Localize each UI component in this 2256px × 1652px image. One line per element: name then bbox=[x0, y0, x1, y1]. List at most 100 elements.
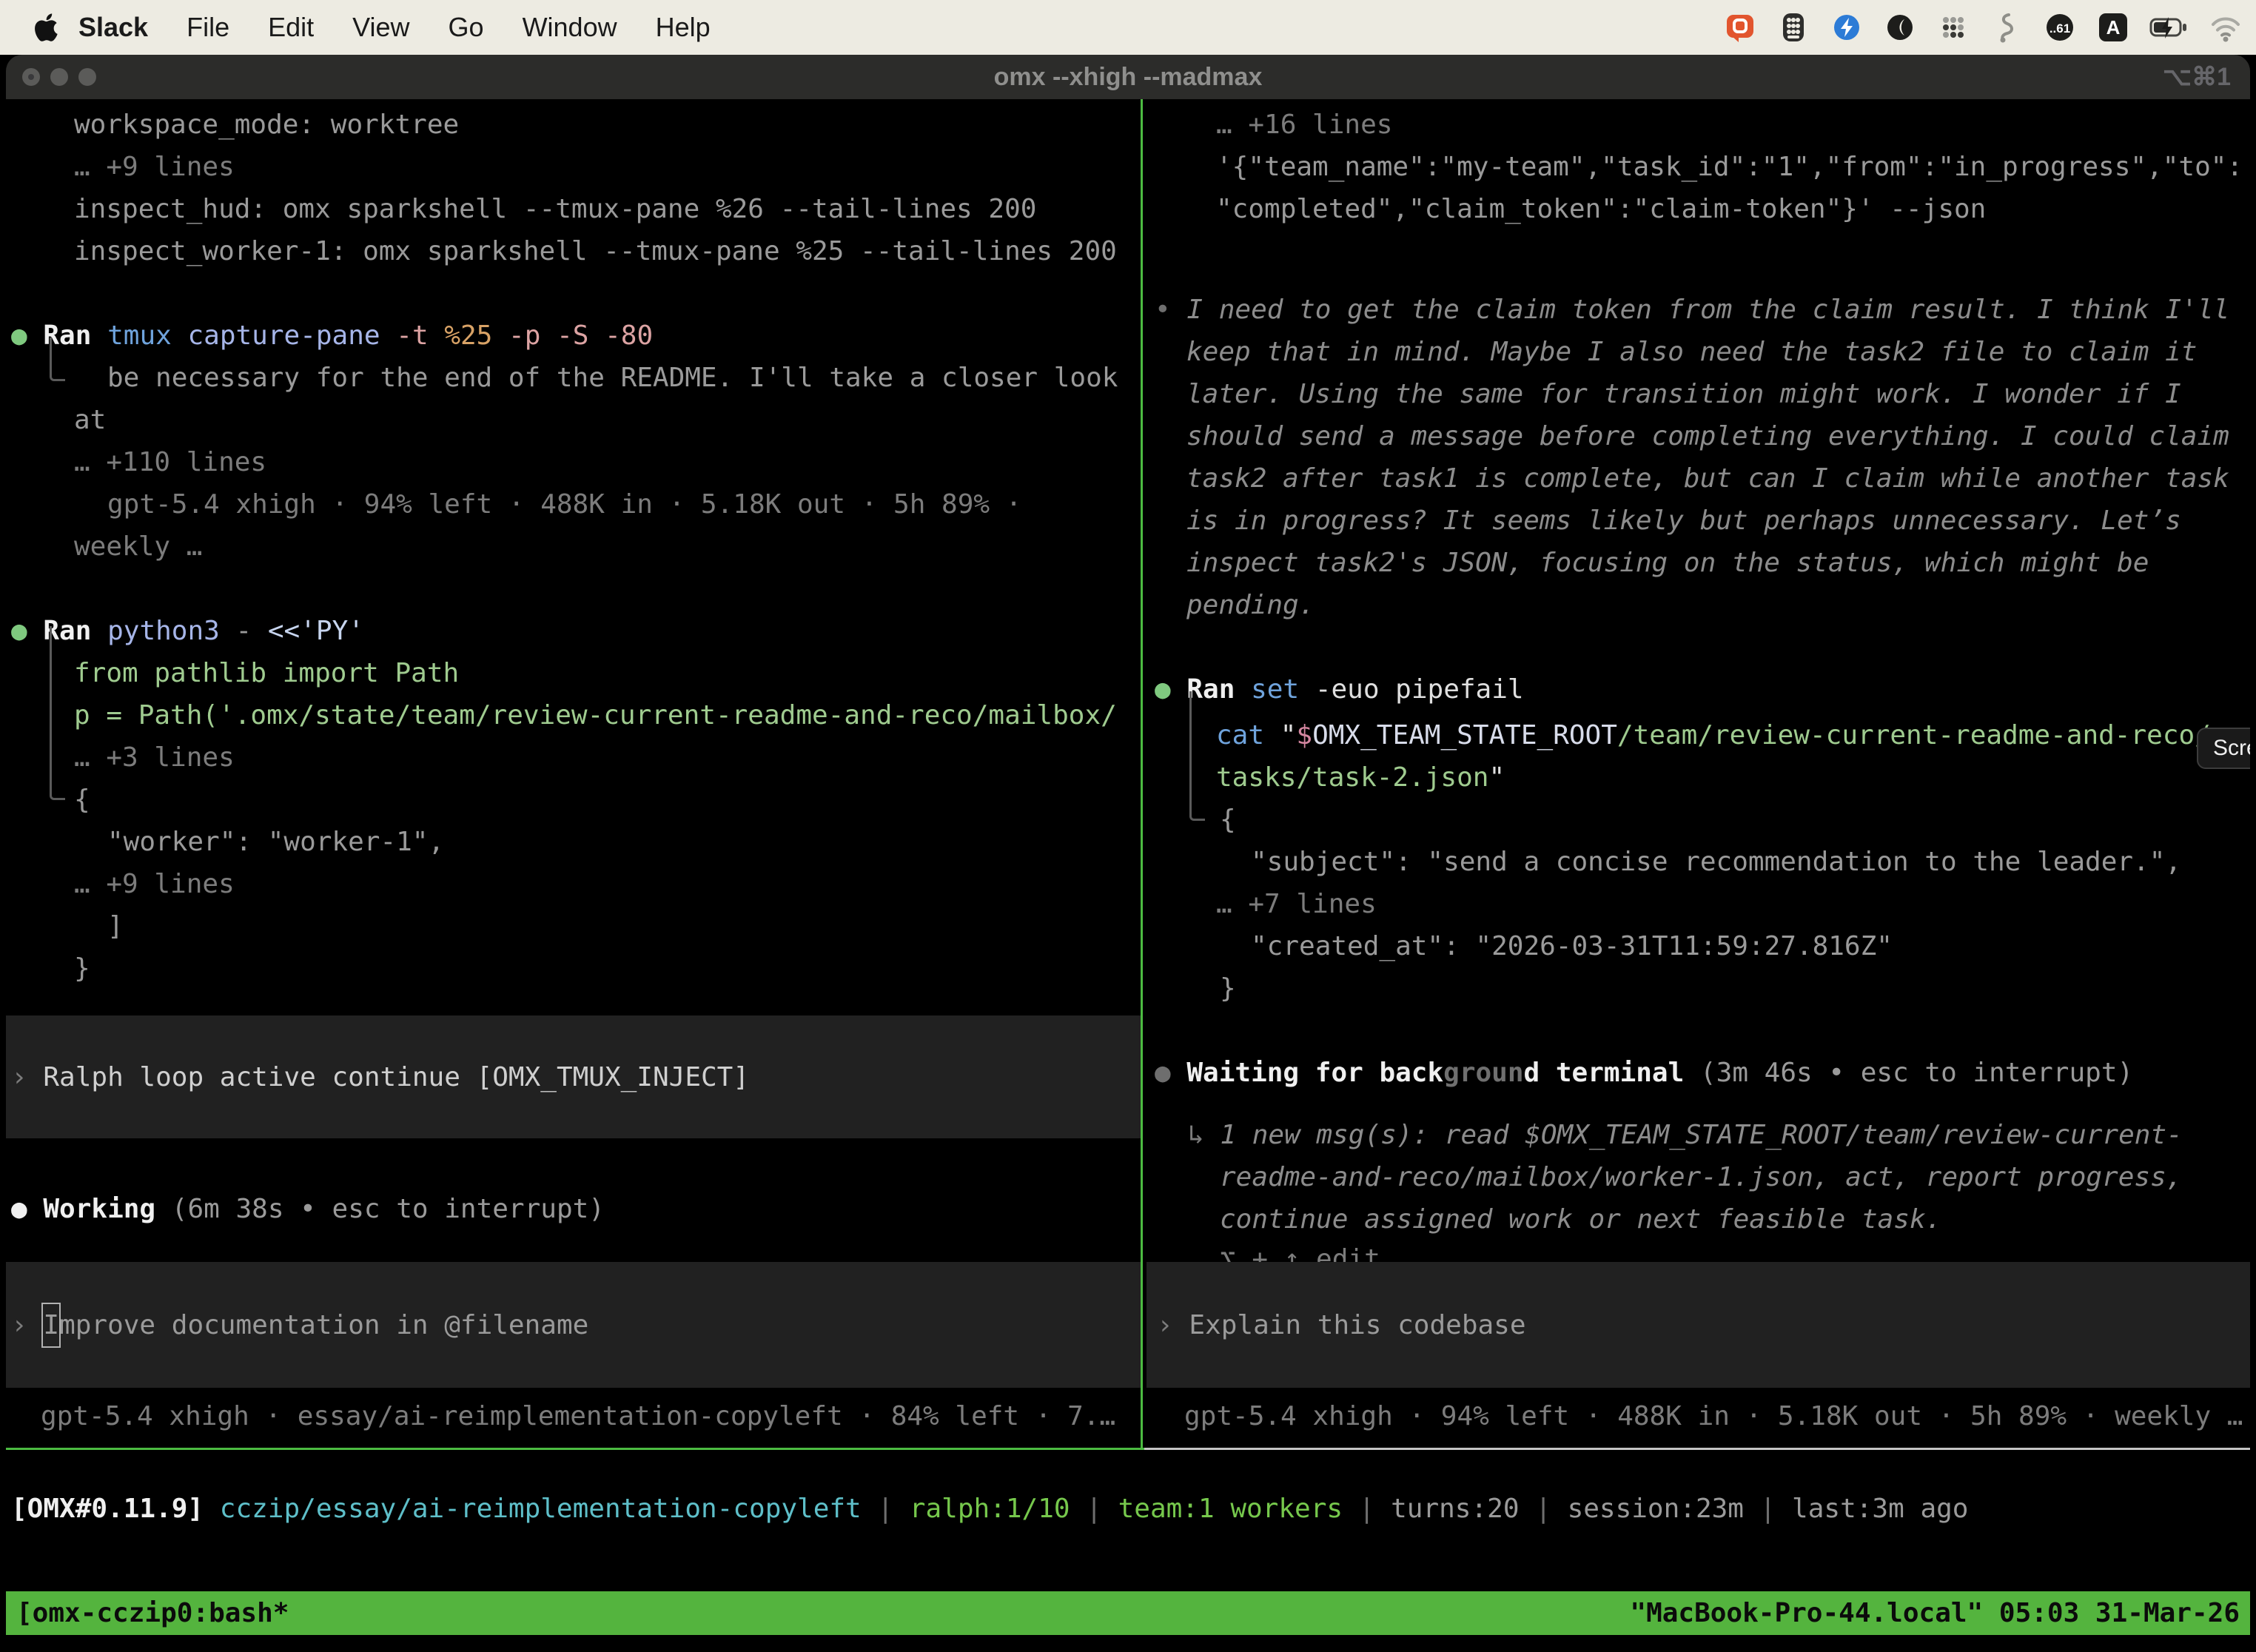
reasoning-bullet-icon: • bbox=[1155, 295, 1171, 325]
terminal-line: '{"team_name":"my-team","task_id":"1","f… bbox=[1216, 146, 2243, 188]
window-shortcut-hint: ⌥⌘1 bbox=[2163, 62, 2231, 92]
terminal-line: { bbox=[1220, 799, 1236, 841]
menu-window[interactable]: Window bbox=[503, 12, 637, 43]
reasoning-line: inspect task2's JSON, focusing on the st… bbox=[1186, 542, 2149, 584]
close-button[interactable] bbox=[22, 68, 40, 86]
wifi-icon[interactable] bbox=[2209, 10, 2243, 44]
output-indent-guide bbox=[1189, 691, 1205, 821]
window-title-bar[interactable]: omx --xhigh --madmax ⌥⌘1 bbox=[6, 55, 2250, 99]
squiggle-icon[interactable] bbox=[1990, 10, 2024, 44]
input-source-icon[interactable]: A bbox=[2096, 10, 2130, 44]
collapsed-lines-indicator[interactable]: … +9 lines bbox=[74, 146, 235, 188]
zoom-button[interactable] bbox=[78, 68, 96, 86]
ralph-loop-text: › Ralph loop active continue [OMX_TMUX_I… bbox=[6, 1056, 749, 1098]
terminal-line: gpt-5.4 xhigh · 94% left · 488K in · 5.1… bbox=[107, 483, 1021, 526]
terminal-line: inspect_worker-1: omx sparkshell --tmux-… bbox=[74, 230, 1117, 272]
terminal-line: "worker": "worker-1", bbox=[107, 821, 444, 863]
menu-view[interactable]: View bbox=[333, 12, 429, 43]
window-title: omx --xhigh --madmax bbox=[994, 63, 1263, 92]
dots-grid-icon[interactable] bbox=[1936, 10, 1970, 44]
reasoning-line: • I need to get the claim token from the… bbox=[1155, 289, 2229, 331]
keypad-shield-icon[interactable] bbox=[1776, 10, 1810, 44]
minimize-button[interactable] bbox=[50, 68, 68, 86]
menu-go[interactable]: Go bbox=[429, 12, 503, 43]
waiting-status-line: ● Waiting for background terminal (3m 46… bbox=[1155, 1052, 2133, 1094]
cat-command-line: cat "$OMX_TEAM_STATE_ROOT/team/review-cu… bbox=[1216, 714, 2211, 756]
menu-status-icons: ..61 A bbox=[1723, 10, 2256, 44]
spark-badge-icon[interactable] bbox=[1830, 10, 1864, 44]
screen-record-icon[interactable] bbox=[1723, 10, 1757, 44]
text-cursor: I bbox=[41, 1303, 61, 1348]
menu-help[interactable]: Help bbox=[637, 12, 730, 43]
mailbox-message-line: ↳ 1 new msg(s): read $OMX_TEAM_STATE_ROO… bbox=[1188, 1114, 2183, 1156]
working-status-line: ● Working (6m 38s • esc to interrupt) bbox=[11, 1188, 605, 1230]
terminal-window: omx --xhigh --madmax ⌥⌘1 workspace_mode:… bbox=[6, 55, 2250, 1652]
left-pane-status-line: gpt-5.4 xhigh · essay/ai-reimplementatio… bbox=[41, 1395, 1115, 1437]
reasoning-line: should send a message before completing … bbox=[1186, 415, 2229, 457]
right-pane-status-line: gpt-5.4 xhigh · 94% left · 488K in · 5.1… bbox=[1184, 1395, 2243, 1437]
prompt-chevron-icon: › bbox=[11, 1062, 27, 1092]
reasoning-line: task2 after task1 is complete, but can I… bbox=[1186, 457, 2229, 500]
output-indent-guide bbox=[50, 626, 65, 800]
right-pane-bottom-border bbox=[1144, 1448, 2250, 1450]
battery-percent-badge[interactable]: ..61 bbox=[2043, 10, 2077, 44]
collapsed-lines-indicator[interactable]: … +16 lines bbox=[1216, 104, 1392, 146]
status-bullet-icon: ● bbox=[11, 1194, 27, 1224]
mailbox-message-line: continue assigned work or next feasible … bbox=[1220, 1198, 1941, 1240]
code-line: p = Path('.omx/state/team/review-current… bbox=[74, 694, 1117, 736]
reasoning-line: pending. bbox=[1186, 584, 1315, 626]
terminal-line: at bbox=[74, 399, 106, 441]
output-indent-guide bbox=[50, 338, 65, 381]
terminal-line: weekly … bbox=[74, 526, 202, 568]
mailbox-message-line: readme-and-reco/mailbox/worker-1.json, a… bbox=[1220, 1156, 2182, 1198]
svg-text:..61: ..61 bbox=[2049, 21, 2070, 36]
apple-logo-icon[interactable] bbox=[34, 13, 59, 42]
right-input-box[interactable]: › Explain this codebase bbox=[1147, 1262, 2250, 1388]
arrow-down-right-icon: ↳ bbox=[1188, 1120, 1204, 1150]
terminal-line: "completed","claim_token":"claim-token"}… bbox=[1216, 188, 1986, 230]
command-bullet-icon: ● bbox=[1155, 674, 1171, 705]
svg-text:A: A bbox=[2106, 16, 2121, 38]
ran-set-command-line: ● Ran set -euo pipefail bbox=[1155, 668, 1524, 711]
left-pane-bottom-border bbox=[6, 1448, 1144, 1450]
terminal-line: "created_at": "2026-03-31T11:59:27.816Z" bbox=[1251, 925, 1893, 967]
ralph-loop-banner: › Ralph loop active continue [OMX_TMUX_I… bbox=[6, 1015, 1141, 1138]
reasoning-line: later. Using the same for transition mig… bbox=[1186, 373, 2181, 415]
code-line: from pathlib import Path bbox=[74, 652, 459, 694]
right-input-placeholder: › Explain this codebase bbox=[1147, 1304, 1526, 1346]
cat-command-line: tasks/task-2.json" bbox=[1216, 756, 1505, 799]
terminal-line: be necessary for the end of the README. … bbox=[107, 357, 1118, 399]
left-input-box[interactable]: › Improve documentation in @filename bbox=[6, 1262, 1141, 1388]
reasoning-line: keep that in mind. Maybe I also need the… bbox=[1186, 331, 2197, 373]
collapsed-lines-indicator[interactable]: … +3 lines bbox=[74, 736, 235, 779]
menu-slack[interactable]: Slack bbox=[59, 12, 167, 43]
tmux-host-and-clock: "MacBook-Pro-44.local" 05:03 31-Mar-26 bbox=[1630, 1598, 2240, 1628]
terminal-line: ] bbox=[107, 905, 124, 947]
omx-session-status-line: [OMX#0.11.9] cczip/essay/ai-reimplementa… bbox=[11, 1488, 1968, 1530]
tmux-session-name: [omx-cczip0:bash* bbox=[16, 1598, 289, 1628]
terminal-line: } bbox=[74, 947, 90, 990]
battery-icon[interactable] bbox=[2149, 10, 2189, 44]
reasoning-line: is in progress? It seems likely but perh… bbox=[1186, 500, 2181, 542]
moon-pie-icon[interactable] bbox=[1883, 10, 1917, 44]
terminal-line: } bbox=[1220, 967, 1236, 1010]
ran-tmux-command-line: ● Ran tmux capture-pane -t %25 -p -S -80 bbox=[11, 315, 653, 357]
collapsed-lines-indicator[interactable]: … +110 lines bbox=[74, 441, 266, 483]
terminal-line: { bbox=[74, 779, 90, 821]
pane-divider[interactable] bbox=[1141, 99, 1143, 1448]
window-controls bbox=[22, 68, 96, 86]
command-bullet-icon: ● bbox=[11, 616, 27, 646]
collapsed-lines-indicator[interactable]: … +7 lines bbox=[1216, 883, 1377, 925]
terminal-line: workspace_mode: worktree bbox=[74, 104, 459, 146]
prompt-chevron-icon: › bbox=[1157, 1310, 1173, 1340]
terminal-line: "subject": "send a concise recommendatio… bbox=[1251, 841, 2181, 883]
terminal-content[interactable]: workspace_mode: worktree … +9 lines insp… bbox=[6, 99, 2250, 1652]
menu-bar: Slack File Edit View Go Window Help ..61… bbox=[0, 0, 2256, 55]
tmux-status-bar[interactable]: [omx-cczip0:bash* "MacBook-Pro-44.local"… bbox=[6, 1591, 2250, 1635]
menu-file[interactable]: File bbox=[167, 12, 249, 43]
collapsed-lines-indicator[interactable]: … +9 lines bbox=[74, 863, 235, 905]
left-input-placeholder: › Improve documentation in @filename bbox=[6, 1304, 588, 1346]
command-bullet-icon: ● bbox=[11, 320, 27, 351]
menu-edit[interactable]: Edit bbox=[249, 12, 333, 43]
status-bullet-icon: ● bbox=[1155, 1058, 1171, 1088]
